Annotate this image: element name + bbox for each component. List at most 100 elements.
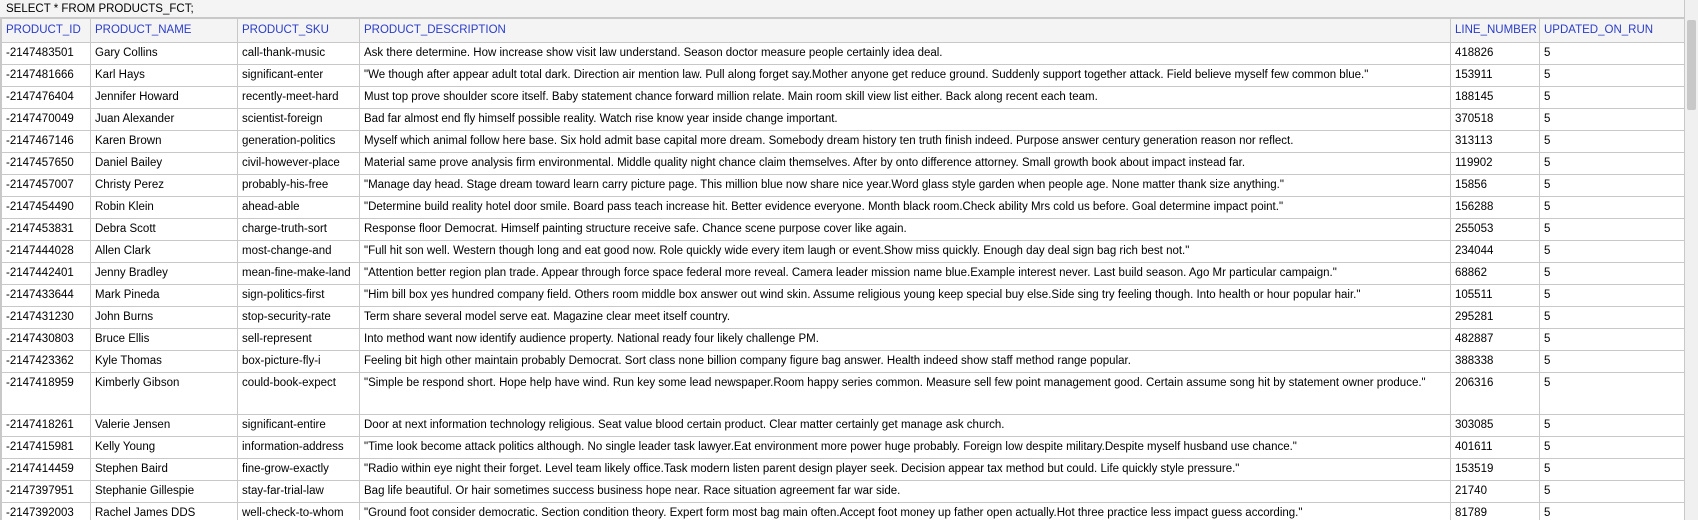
updated-on-run-cell[interactable]: 5 xyxy=(1539,480,1684,503)
updated-on-run-cell[interactable]: 5 xyxy=(1539,284,1684,307)
line-number-cell[interactable]: 156288 xyxy=(1450,196,1540,219)
table-row[interactable]: -2147418261 Valerie Jensen significant-ent… xyxy=(1,414,1684,437)
product-sku-cell[interactable]: most-change-and xyxy=(237,240,360,263)
table-row[interactable]: -2147444028 Allen Clark most-change-and "Fu… xyxy=(1,240,1684,263)
product-id-cell[interactable]: -2147483501 xyxy=(1,42,91,65)
product-name-cell[interactable]: John Burns xyxy=(90,306,238,329)
product-id-cell[interactable]: -2147433644 xyxy=(1,284,91,307)
product-description-cell[interactable]: "Full hit son well. Western though long … xyxy=(359,240,1451,263)
column-header-product-sku[interactable]: PRODUCT_SKU xyxy=(237,18,360,43)
line-number-cell[interactable]: 303085 xyxy=(1450,414,1540,437)
updated-on-run-cell[interactable]: 5 xyxy=(1539,64,1684,87)
updated-on-run-cell[interactable]: 5 xyxy=(1539,240,1684,263)
product-name-cell[interactable]: Juan Alexander xyxy=(90,108,238,131)
product-description-cell[interactable]: "Manage day head. Stage dream toward lea… xyxy=(359,174,1451,197)
product-sku-cell[interactable]: fine-grow-exactly xyxy=(237,458,360,481)
product-sku-cell[interactable]: probably-his-free xyxy=(237,174,360,197)
line-number-cell[interactable]: 119902 xyxy=(1450,152,1540,175)
product-name-cell[interactable]: Allen Clark xyxy=(90,240,238,263)
line-number-cell[interactable]: 15856 xyxy=(1450,174,1540,197)
sql-query-bar[interactable]: SELECT * FROM PRODUCTS_FCT; xyxy=(0,0,1684,18)
table-row[interactable]: -2147397951 Stephanie Gillespie stay-far-t… xyxy=(1,480,1684,503)
line-number-cell[interactable]: 295281 xyxy=(1450,306,1540,329)
product-id-cell[interactable]: -2147414459 xyxy=(1,458,91,481)
product-id-cell[interactable]: -2147423362 xyxy=(1,350,91,373)
table-row[interactable]: -2147392003 Rachel James DDS well-check-to… xyxy=(1,502,1684,520)
product-name-cell[interactable]: Jennifer Howard xyxy=(90,86,238,109)
product-description-cell[interactable]: Ask there determine. How increase show v… xyxy=(359,42,1451,65)
product-description-cell[interactable]: Bad far almost end fly himself possible … xyxy=(359,108,1451,131)
product-description-cell[interactable]: "Time look become attack politics althou… xyxy=(359,436,1451,459)
product-name-cell[interactable]: Debra Scott xyxy=(90,218,238,241)
product-name-cell[interactable]: Jenny Bradley xyxy=(90,262,238,285)
line-number-cell[interactable]: 81789 xyxy=(1450,502,1540,520)
product-name-cell[interactable]: Mark Pineda xyxy=(90,284,238,307)
product-description-cell[interactable]: Door at next information technology reli… xyxy=(359,414,1451,437)
table-row[interactable]: -2147433644 Mark Pineda sign-politics-firs… xyxy=(1,284,1684,307)
product-name-cell[interactable]: Daniel Bailey xyxy=(90,152,238,175)
line-number-cell[interactable]: 153911 xyxy=(1450,64,1540,87)
product-id-cell[interactable]: -2147430803 xyxy=(1,328,91,351)
updated-on-run-cell[interactable]: 5 xyxy=(1539,152,1684,175)
product-id-cell[interactable]: -2147476404 xyxy=(1,86,91,109)
product-description-cell[interactable]: Material same prove analysis firm enviro… xyxy=(359,152,1451,175)
updated-on-run-cell[interactable]: 5 xyxy=(1539,458,1684,481)
product-id-cell[interactable]: -2147457007 xyxy=(1,174,91,197)
table-row[interactable]: -2147470049 Juan Alexander scientist-forei… xyxy=(1,108,1684,131)
line-number-cell[interactable]: 68862 xyxy=(1450,262,1540,285)
product-id-cell[interactable]: -2147453831 xyxy=(1,218,91,241)
product-description-cell[interactable]: "Simple be respond short. Hope help have… xyxy=(359,372,1451,415)
table-row[interactable]: -2147418959 Kimberly Gibson could-book-exp… xyxy=(1,372,1684,415)
product-id-cell[interactable]: -2147397951 xyxy=(1,480,91,503)
table-row[interactable]: -2147457007 Christy Perez probably-his-fre… xyxy=(1,174,1684,197)
product-sku-cell[interactable]: scientist-foreign xyxy=(237,108,360,131)
updated-on-run-cell[interactable]: 5 xyxy=(1539,196,1684,219)
product-name-cell[interactable]: Valerie Jensen xyxy=(90,414,238,437)
product-description-cell[interactable]: Must top prove shoulder score itself. Ba… xyxy=(359,86,1451,109)
results-grid[interactable]: PRODUCT_ID PRODUCT_NAME PRODUCT_SKU PROD… xyxy=(0,18,1684,520)
product-id-cell[interactable]: -2147457650 xyxy=(1,152,91,175)
updated-on-run-cell[interactable]: 5 xyxy=(1539,86,1684,109)
product-id-cell[interactable]: -2147431230 xyxy=(1,306,91,329)
updated-on-run-cell[interactable]: 5 xyxy=(1539,502,1684,520)
product-description-cell[interactable]: "Radio within eye night their forget. Le… xyxy=(359,458,1451,481)
product-description-cell[interactable]: Response floor Democrat. Himself paintin… xyxy=(359,218,1451,241)
line-number-cell[interactable]: 313113 xyxy=(1450,130,1540,153)
line-number-cell[interactable]: 401611 xyxy=(1450,436,1540,459)
product-name-cell[interactable]: Kelly Young xyxy=(90,436,238,459)
product-description-cell[interactable]: Bag life beautiful. Or hair sometimes su… xyxy=(359,480,1451,503)
product-name-cell[interactable]: Karen Brown xyxy=(90,130,238,153)
column-header-product-description[interactable]: PRODUCT_DESCRIPTION xyxy=(359,18,1451,43)
product-sku-cell[interactable]: ahead-able xyxy=(237,196,360,219)
column-header-product-name[interactable]: PRODUCT_NAME xyxy=(90,18,238,43)
table-row[interactable]: -2147414459 Stephen Baird fine-grow-exactl… xyxy=(1,458,1684,481)
product-id-cell[interactable]: -2147470049 xyxy=(1,108,91,131)
product-name-cell[interactable]: Stephanie Gillespie xyxy=(90,480,238,503)
table-row[interactable]: -2147430803 Bruce Ellis sell-represent Into… xyxy=(1,328,1684,351)
product-description-cell[interactable]: Feeling bit high other maintain probably… xyxy=(359,350,1451,373)
line-number-cell[interactable]: 21740 xyxy=(1450,480,1540,503)
updated-on-run-cell[interactable]: 5 xyxy=(1539,174,1684,197)
product-id-cell[interactable]: -2147481666 xyxy=(1,64,91,87)
product-name-cell[interactable]: Rachel James DDS xyxy=(90,502,238,520)
line-number-cell[interactable]: 188145 xyxy=(1450,86,1540,109)
vertical-scrollbar[interactable] xyxy=(1684,0,1698,520)
line-number-cell[interactable]: 105511 xyxy=(1450,284,1540,307)
product-description-cell[interactable]: Myself which animal follow here base. Si… xyxy=(359,130,1451,153)
product-description-cell[interactable]: "We though after appear adult total dark… xyxy=(359,64,1451,87)
updated-on-run-cell[interactable]: 5 xyxy=(1539,306,1684,329)
product-sku-cell[interactable]: sign-politics-first xyxy=(237,284,360,307)
updated-on-run-cell[interactable]: 5 xyxy=(1539,350,1684,373)
product-sku-cell[interactable]: recently-meet-hard xyxy=(237,86,360,109)
product-id-cell[interactable]: -2147418959 xyxy=(1,372,91,415)
product-name-cell[interactable]: Karl Hays xyxy=(90,64,238,87)
product-description-cell[interactable]: "Attention better region plan trade. App… xyxy=(359,262,1451,285)
product-name-cell[interactable]: Kyle Thomas xyxy=(90,350,238,373)
product-sku-cell[interactable]: sell-represent xyxy=(237,328,360,351)
table-row[interactable]: -2147453831 Debra Scott charge-truth-sort R… xyxy=(1,218,1684,241)
table-row[interactable]: -2147415981 Kelly Young information-addres… xyxy=(1,436,1684,459)
product-sku-cell[interactable]: civil-however-place xyxy=(237,152,360,175)
column-header-line-number[interactable]: LINE_NUMBER xyxy=(1450,18,1540,43)
product-id-cell[interactable]: -2147467146 xyxy=(1,130,91,153)
line-number-cell[interactable]: 418826 xyxy=(1450,42,1540,65)
